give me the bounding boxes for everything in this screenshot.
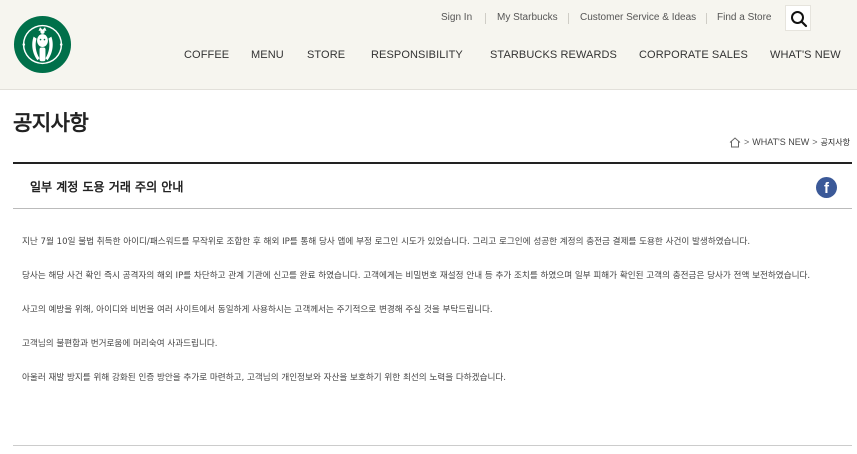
search-icon bbox=[791, 11, 808, 28]
facebook-share-icon[interactable]: f bbox=[816, 177, 837, 198]
page-title: 공지사항 bbox=[13, 111, 89, 135]
notice-title: 일부 계정 도용 거래 주의 안내 bbox=[30, 180, 184, 194]
notice-paragraph: 고객님의 불편함과 번거로움에 머리숙여 사과드립니다. bbox=[22, 339, 218, 349]
breadcrumb: > WHAT'S NEW > 공지사항 bbox=[729, 135, 850, 149]
customer-service-link[interactable]: Customer Service & Ideas bbox=[580, 12, 696, 24]
divider bbox=[706, 13, 707, 24]
chevron-right-icon: > bbox=[743, 137, 750, 147]
sign-in-link[interactable]: Sign In bbox=[441, 12, 472, 24]
nav-whats-new[interactable]: WHAT'S NEW bbox=[770, 48, 841, 62]
nav-responsibility[interactable]: RESPONSIBILITY bbox=[371, 48, 463, 62]
divider bbox=[568, 13, 569, 24]
breadcrumb-notice[interactable]: 공지사항 bbox=[821, 137, 850, 148]
notice-body: 지난 7월 10일 불법 취득한 아이디/패스워드를 무작위로 조합한 후 해외… bbox=[22, 234, 842, 404]
my-starbucks-link[interactable]: My Starbucks bbox=[497, 12, 558, 24]
site-header: Sign In My Starbucks Customer Service & … bbox=[0, 0, 857, 90]
nav-starbucks-rewards[interactable]: STARBUCKS REWARDS bbox=[490, 48, 617, 62]
breadcrumb-whats-new[interactable]: WHAT'S NEW bbox=[752, 137, 809, 147]
search-button[interactable] bbox=[785, 5, 811, 31]
notice-header: 일부 계정 도용 거래 주의 안내 f bbox=[13, 162, 852, 209]
divider bbox=[13, 445, 852, 446]
utility-nav: Sign In My Starbucks Customer Service & … bbox=[0, 12, 857, 26]
notice-paragraph: 지난 7월 10일 불법 취득한 아이디/패스워드를 무작위로 조합한 후 해외… bbox=[22, 237, 751, 247]
divider bbox=[485, 13, 486, 24]
notice-paragraph: 아울러 재발 방지를 위해 강화된 인증 방안을 추가로 마련하고, 고객님의 … bbox=[22, 373, 507, 383]
chevron-right-icon: > bbox=[812, 137, 818, 147]
find-a-store-link[interactable]: Find a Store bbox=[717, 12, 771, 24]
nav-coffee[interactable]: COFFEE bbox=[184, 48, 229, 62]
home-icon[interactable] bbox=[729, 136, 741, 148]
notice-paragraph: 당사는 해당 사건 확인 즉시 공격자의 해외 IP를 차단하고 관계 기관에 … bbox=[22, 271, 811, 281]
nav-store[interactable]: STORE bbox=[307, 48, 345, 62]
nav-menu[interactable]: MENU bbox=[251, 48, 284, 62]
notice-paragraph: 사고의 예방을 위해, 아이디와 비번을 여러 사이트에서 동일하게 사용하시는… bbox=[22, 305, 493, 315]
nav-corporate-sales[interactable]: CORPORATE SALES bbox=[639, 48, 748, 62]
